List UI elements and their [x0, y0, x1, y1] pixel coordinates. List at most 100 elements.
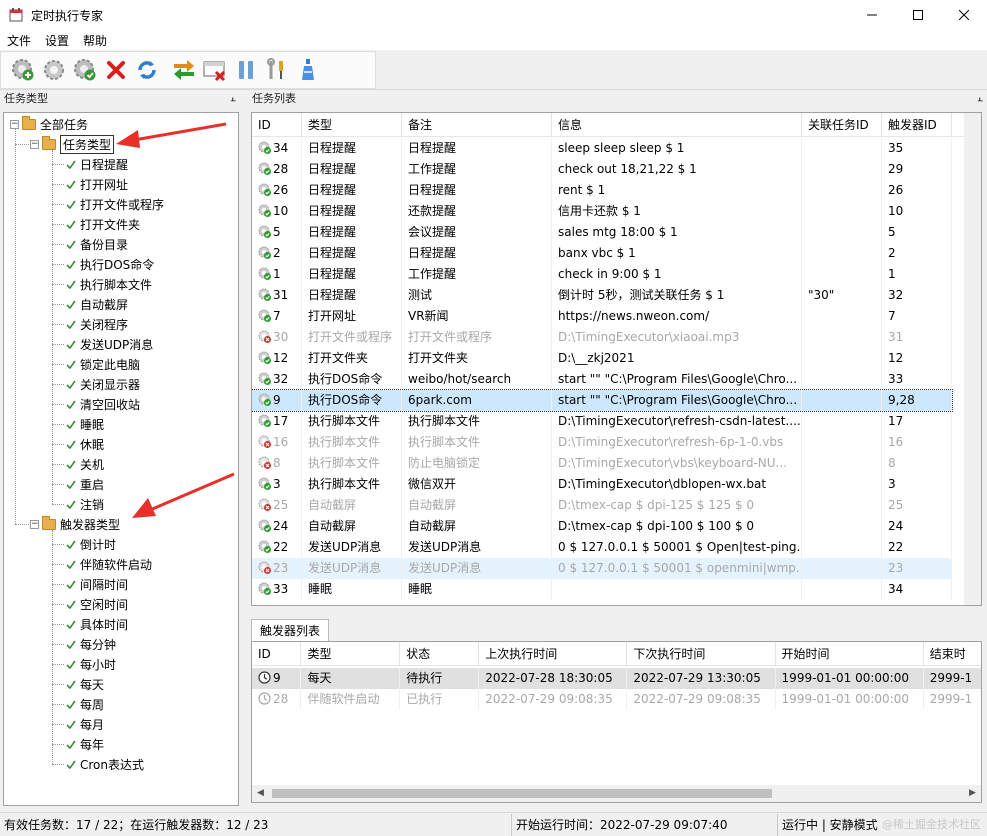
menu-help[interactable]: 帮助	[76, 32, 114, 49]
tree-item-trigger-type[interactable]: 具体时间	[66, 614, 128, 634]
task-row[interactable]: 22 发送UDP消息 发送UDP消息 0 $ 127.0.0.1 $ 50001 $ …	[252, 537, 952, 558]
tab-trigger-list[interactable]: 触发器列表	[251, 619, 330, 641]
tree-item-task-type[interactable]: 注销	[66, 494, 104, 514]
add-task-button[interactable]	[7, 55, 38, 85]
tree-item-trigger-type[interactable]: 每月	[66, 714, 104, 734]
tree-item-task-type[interactable]: 休眠	[66, 434, 104, 454]
trigger-column-header[interactable]: 结束时	[924, 642, 981, 666]
menu-settings[interactable]: 设置	[38, 32, 76, 49]
task-row[interactable]: 1 日程提醒 工作提醒 check in 9:00 $ 1 1	[252, 264, 952, 285]
task-row[interactable]: 30 打开文件或程序 打开文件或程序 D:\TimingExecutor\xiaoai…	[252, 327, 952, 348]
minimize-button[interactable]	[849, 0, 895, 30]
trigger-column-header[interactable]: 开始时间	[776, 642, 924, 666]
pin-icon[interactable]: ⫠	[977, 90, 983, 108]
tree-item-task-type[interactable]: 关机	[66, 454, 104, 474]
task-row[interactable]: 32 执行DOS命令 weibo/hot/search start "" "C:\Pr…	[252, 369, 952, 390]
task-column-header[interactable]: 关联任务ID	[802, 113, 882, 137]
collapse-toggle-icon[interactable]: −	[30, 139, 39, 149]
trigger-row[interactable]: 28 伴随软件启动 已执行 2022-07-29 09:08:35 2022-07-29…	[252, 689, 981, 710]
tree-item-task-type[interactable]: 执行DOS命令	[66, 254, 154, 274]
tree-item-task-type[interactable]: 睡眠	[66, 414, 104, 434]
refresh-button[interactable]	[131, 55, 162, 85]
task-row[interactable]: 26 日程提醒 日程提醒 rent $ 1 26	[252, 180, 952, 201]
tree-item-task-type[interactable]: 关闭程序	[66, 314, 128, 334]
tools-button[interactable]	[261, 55, 292, 85]
tree-item-task-type[interactable]: 重启	[66, 474, 104, 494]
tree-item-trigger-type[interactable]: 倒计时	[66, 534, 116, 554]
task-column-header[interactable]: ID	[252, 113, 302, 137]
tree-item-task-type[interactable]: 关闭显示器	[66, 374, 140, 394]
trigger-column-header[interactable]: ID	[252, 642, 302, 666]
pin-icon[interactable]: ⫠	[230, 90, 236, 108]
tree-item-task-type[interactable]: 锁定此电脑	[66, 354, 140, 374]
pause-button[interactable]	[230, 55, 261, 85]
collapse-toggle-icon[interactable]: −	[30, 519, 39, 529]
tree-item-task-type[interactable]: 打开网址	[66, 174, 128, 194]
tree-item-trigger-type[interactable]: 空闲时间	[66, 594, 128, 614]
task-cell-note: 执行脚本文件	[402, 432, 552, 453]
tree-item-task-type[interactable]: 发送UDP消息	[66, 334, 153, 354]
task-row[interactable]: 5 日程提醒 会议提醒 sales mtg 18:00 $ 1 5	[252, 222, 952, 243]
task-row[interactable]: 9 执行DOS命令 6park.com start "" "C:\Program Fi…	[252, 389, 953, 412]
maximize-button[interactable]	[895, 0, 941, 30]
task-row[interactable]: 23 发送UDP消息 发送UDP消息 0 $ 127.0.0.1 $ 50001 $ …	[252, 558, 952, 579]
trigger-column-header[interactable]: 类型	[301, 642, 401, 666]
task-row[interactable]: 16 执行脚本文件 执行脚本文件 D:\TimingExecutor\refresh-…	[252, 432, 952, 453]
scroll-right-icon[interactable]: ▶	[964, 785, 981, 802]
task-row[interactable]: 7 打开网址 VR新闻 https://news.nweon.com/7	[252, 306, 952, 327]
tree-item-trigger-type[interactable]: 每天	[66, 674, 104, 694]
task-column-header[interactable]: 信息	[552, 113, 802, 137]
tree-item-task-type[interactable]: 执行脚本文件	[66, 274, 152, 294]
edit-task-button[interactable]	[38, 55, 69, 85]
tree-item-trigger-type[interactable]: 每年	[66, 734, 104, 754]
tree-item-task-type[interactable]: 自动截屏	[66, 294, 128, 314]
tree-item-trigger-type[interactable]: Cron表达式	[66, 754, 144, 774]
remove-window-button[interactable]	[199, 55, 230, 85]
task-list-vscroll[interactable]	[964, 113, 981, 605]
task-row[interactable]: 31 日程提醒 测试 倒计时 5秒，测试关联任务 $ 1 "30" 32	[252, 285, 952, 306]
tree-folder-task-types[interactable]: − 任务类型	[30, 134, 115, 154]
delete-task-button[interactable]	[100, 55, 131, 85]
tree-item-task-type[interactable]: 打开文件夹	[66, 214, 140, 234]
task-row[interactable]: 28 日程提醒 工作提醒 check out 18,21,22 $ 1 29	[252, 159, 952, 180]
task-row[interactable]: 24 自动截屏 自动截屏 D:\tmex-cap $ dpi-100 $ 100 $ …	[252, 516, 952, 537]
tree-item-trigger-type[interactable]: 每周	[66, 694, 104, 714]
collapse-toggle-icon[interactable]: −	[10, 119, 19, 129]
task-row[interactable]: 10 日程提醒 还款提醒 信用卡还款 $ 1 10	[252, 201, 952, 222]
menu-file[interactable]: 文件	[0, 32, 38, 49]
enable-task-button[interactable]	[69, 55, 100, 85]
clock-icon	[258, 692, 271, 705]
scroll-left-icon[interactable]: ◀	[252, 785, 269, 802]
task-column-header[interactable]: 备注	[402, 113, 552, 137]
trigger-column-header[interactable]: 上次执行时间	[479, 642, 628, 666]
trigger-column-header[interactable]: 下次执行时间	[627, 642, 776, 666]
task-row[interactable]: 33 睡眠 睡眠 34	[252, 579, 952, 600]
task-row[interactable]: 3 执行脚本文件 微信双开 D:\TimingExecutor\dblopen-wx.…	[252, 474, 952, 495]
tree-item-task-type[interactable]: 备份目录	[66, 234, 128, 254]
tree-item-trigger-type[interactable]: 每小时	[66, 654, 116, 674]
task-column-header[interactable]: 类型	[302, 113, 402, 137]
trigger-row[interactable]: 9 每天 待执行 2022-07-28 18:30:05 2022-07-29 13:3…	[252, 668, 981, 689]
tree-root-all-tasks[interactable]: − 全部任务	[10, 114, 88, 134]
task-row[interactable]: 12 打开文件夹 打开文件夹 D:\__zkj2021 12	[252, 348, 952, 369]
task-row[interactable]: 34 日程提醒 日程提醒 sleep sleep sleep $ 1 35	[252, 138, 952, 159]
task-row[interactable]: 25 自动截屏 自动截屏 D:\tmex-cap $ dpi-125 $ 125 $ …	[252, 495, 952, 516]
trigger-list-hscroll[interactable]: ◀ ▶	[252, 785, 981, 802]
bottle-button[interactable]	[292, 55, 323, 85]
tree-item-trigger-type[interactable]: 间隔时间	[66, 574, 128, 594]
tree-item-trigger-type[interactable]: 伴随软件启动	[66, 554, 152, 574]
swap-button[interactable]	[168, 55, 199, 85]
close-button[interactable]	[941, 0, 987, 30]
trigger-column-header[interactable]: 状态	[400, 642, 480, 666]
tree-item-task-type[interactable]: 日程提醒	[66, 154, 128, 174]
tree-item-task-type[interactable]: 打开文件或程序	[66, 194, 164, 214]
tree-item-trigger-type[interactable]: 每分钟	[66, 634, 116, 654]
vertical-splitter[interactable]	[242, 90, 248, 810]
hscroll-thumb[interactable]	[272, 789, 772, 798]
tree-folder-trigger-types[interactable]: − 触发器类型	[30, 514, 120, 534]
task-row[interactable]: 2 日程提醒 日程提醒 banx vbc $ 12	[252, 243, 952, 264]
task-column-header[interactable]: 触发器ID	[882, 113, 952, 137]
task-row[interactable]: 17 执行脚本文件 执行脚本文件 D:\TimingExecutor\refresh-…	[252, 411, 952, 432]
task-row[interactable]: 8 执行脚本文件 防止电脑锁定 D:\TimingExecutor\vbs\keybo…	[252, 453, 952, 474]
tree-item-task-type[interactable]: 清空回收站	[66, 394, 140, 414]
